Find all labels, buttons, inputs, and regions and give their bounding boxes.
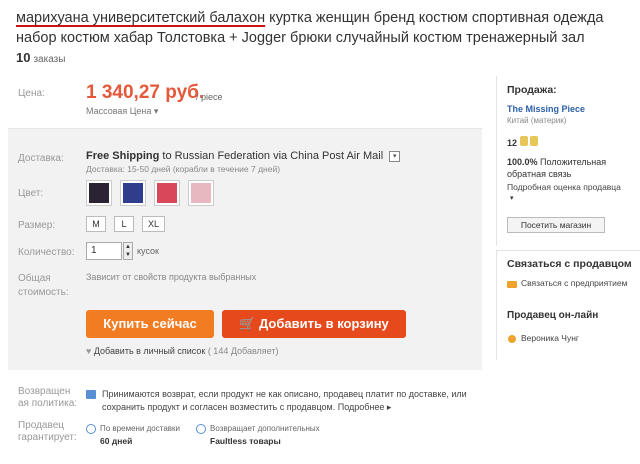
chevron-down-icon[interactable]: ▾ [510,194,514,202]
shipping-destination[interactable]: Russian Federation via China Post Air Ma… [175,150,383,162]
mail-icon [507,281,517,288]
wishlist-count: ( 144 Добавляет) [207,346,279,356]
color-swatch-1[interactable] [86,180,112,206]
seller-heading: Продажа: [507,84,557,96]
wishlist-label: Добавить в личный список [93,346,206,356]
returns-more-link[interactable]: Подробнее ▸ [338,402,392,412]
shipping-label: Доставка: [18,153,64,164]
add-to-cart-button[interactable]: 🛒 Добавить в корзину [222,310,406,338]
shipping-to: to [162,150,172,162]
color-swatch-4[interactable] [188,180,214,206]
returns-text: Принимаются возврат, если продукт не как… [102,388,472,414]
quantity-label: Количество: [18,247,75,258]
delivery-guarantee-caption: По времени доставки [100,424,180,433]
quantity-unit: кусок [137,246,159,256]
quantity-stepper[interactable]: ▲ ▼ [123,242,133,260]
delivery-time: Доставка: 15-50 дней (корабли в течение … [86,164,281,174]
orders-number: 10 [16,50,31,65]
size-option-xl[interactable]: XL [142,216,166,232]
medal-icon [530,136,538,146]
free-shipping: Free Shipping [86,150,160,162]
returns-label-line2: ая политика: [18,398,78,409]
add-to-cart-label: Добавить в корзину [259,316,389,331]
color-label: Цвет: [18,188,44,199]
clock-icon [86,424,96,434]
seller-level: 12 [507,138,518,148]
color-swatch-3[interactable] [154,180,180,206]
total-label: Общая стоимость: [18,272,69,300]
product-title: марихуана университетский балахон куртка… [16,8,640,48]
cart-icon: 🛒 [239,316,256,331]
total-label-line2: стоимость: [18,287,69,298]
seller-rating-link[interactable]: Подробная оценка продавца [507,182,621,192]
heart-icon: ♥ [86,346,92,356]
guarantee-label-line1: Продавец [18,420,64,431]
orders-label: заказы [33,54,66,65]
price-label: Цена: [18,88,45,99]
wishlist-link[interactable]: ♥ Добавить в личный список ( 144 Добавля… [86,346,279,356]
total-value: Зависит от свойств продукта выбранных [86,272,257,282]
return-icon [196,424,206,434]
color-swatches [86,180,214,206]
product-title-highlight: марихуана университетский балахон [16,10,266,26]
orders-count: 10 заказы [16,50,65,65]
contact-company-link[interactable]: Связаться с предприятием [521,278,636,289]
color-swatch-2[interactable] [120,180,146,206]
returns-policy-text: Принимаются возврат, если продукт не как… [102,389,467,412]
size-option-m[interactable]: M [86,216,106,232]
delivery-guarantee-value: 60 дней [100,436,133,446]
contact-heading: Связаться с продавцом [507,258,632,270]
seller-location: Китай (материк) [507,116,567,125]
guarantee-label-line2: гарантирует: [18,432,77,443]
price-value: 1 340,27 руб. [86,82,205,103]
bulk-price-link[interactable]: Массовая Цена ▾ [86,106,158,117]
visit-store-button[interactable]: Посетить магазин [507,217,605,233]
online-seller-name[interactable]: Вероника Чунг [521,333,579,343]
online-heading: Продавец он-лайн [507,310,599,321]
total-label-line1: Общая [18,273,51,284]
returns-label-line1: Возвращен [18,386,71,397]
returns-label: Возвращен ая политика: [18,386,77,410]
shipping-dropdown-icon[interactable]: ▾ [389,150,401,162]
online-status-icon [508,335,516,343]
medal-icon [520,136,528,146]
seller-name-link[interactable]: The Missing Piece [507,104,585,114]
seller-feedback: 100.0% Положительная обратная связь [507,156,637,180]
return-guarantee-caption: Возвращает дополнительных [210,424,320,433]
price-unit: / piece [196,92,223,102]
returns-icon [86,390,96,399]
shipping-line: Free Shipping to Russian Federation via … [86,150,401,162]
quantity-input[interactable]: 1 [86,242,122,260]
return-guarantee-value: Faultless товары [210,436,281,446]
size-option-l[interactable]: L [114,216,134,232]
guarantee-label: Продавец гарантирует: [18,420,77,444]
size-options: M L XL [86,216,166,232]
feedback-percent: 100.0% [507,157,538,167]
buy-now-button[interactable]: Купить сейчас [86,310,214,338]
size-label: Размер: [18,220,56,231]
